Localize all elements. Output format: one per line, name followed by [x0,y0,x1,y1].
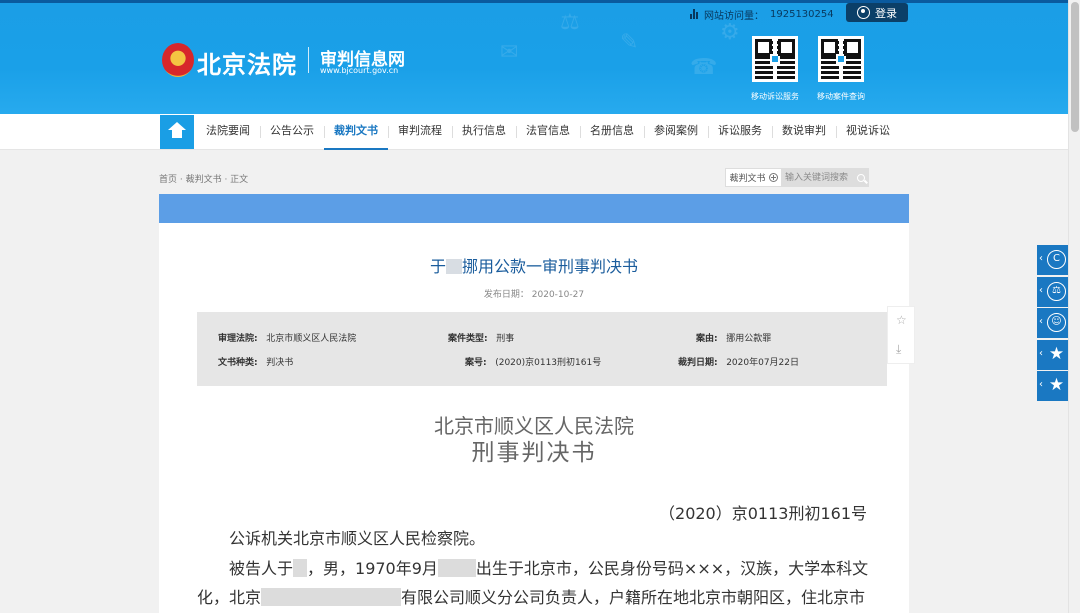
vertical-scrollbar[interactable] [1068,0,1080,613]
nav-item-video-litigation[interactable]: 视说诉讼 [836,114,900,150]
nav-item-litigation-services[interactable]: 诉讼服务 [708,114,772,150]
breadcrumb[interactable]: 首页 · 裁判文书 · 正文 [159,172,248,185]
body-paragraph: 公诉机关北京市顺义区人民检察院。 [229,529,486,548]
document-card: 于挪用公款一审刑事判决书 发布日期： 2020-10-27 审理法院: 北京市顺… [159,223,909,613]
redaction-mask [293,559,308,577]
publish-date: 发布日期： 2020-10-27 [483,290,585,300]
case-number: （2020）京0113刑初161号 [659,504,867,523]
site-url: www.bjcourt.gov.cn [320,66,399,75]
meta-cause: 案由: 挪用公款罪 [696,334,772,344]
home-icon [168,122,186,139]
nav-item-judgments[interactable]: 裁判文书 [324,114,388,150]
meta-doc-type: 文书种类: 判决书 [218,358,294,368]
redaction-mask [261,588,402,606]
court-name: 北京市顺义区人民法院 [434,414,634,438]
qr-code-case-query[interactable] [818,36,864,82]
chevron-left-icon: ‹ [1039,347,1043,359]
login-label: 登录 [875,6,897,20]
qr-code-litigation[interactable] [752,36,798,82]
qr-label-litigation: 移动诉讼服务 [751,92,799,101]
floating-shortcut-panel: ‹ C ‹ ⚖ ‹ ☺ ‹ ★ ‹ ★ [1037,245,1068,403]
nav-item-trial-process[interactable]: 审判流程 [388,114,452,150]
top-strip [0,0,1068,3]
court-heading: 北京市顺义区人民法院 刑事判决书 [159,413,909,467]
redaction-mask [446,259,462,274]
scrollbar-thumb[interactable] [1071,2,1079,132]
download-icon[interactable]: ⤓ [896,343,908,355]
content-header-band [159,194,909,223]
search-button[interactable] [852,168,869,187]
decor-icon: ⚖ [560,10,580,35]
float-button-e-court[interactable]: ‹ C [1037,245,1068,275]
float-button-people[interactable]: ‹ ☺ [1037,308,1068,338]
login-button[interactable]: 登录 [846,3,908,22]
site-header: ⚖ ✎ ☎ ✉ ⚙ 网站访问量： 1925130254 登录 北京法院 审判信息… [0,0,1068,114]
main-nav: 法院要闻 公告公示 裁判文书 审判流程 执行信息 法官信息 名册信息 参阅案例 … [0,114,1068,150]
search-input[interactable] [782,168,852,187]
body-paragraph: 化，北京 有限公司顺义分公司负责人，户籍所在地北京市朝阳区，住北京市 [197,588,866,607]
decor-icon: ⚙ [720,20,740,45]
bar-chart-icon [690,9,698,19]
title-prefix: 于 [429,257,446,276]
search-bar: 裁判文书 [725,168,869,187]
meta-case-type: 案件类型: 刑事 [448,334,515,344]
chevron-left-icon: ‹ [1039,316,1043,327]
document-title: 于挪用公款一审刑事判决书 [159,253,909,277]
favorite-icon[interactable]: ☆ [896,314,908,326]
meta-case-no: 案号: (2020)京0113刑初161号 [465,358,602,368]
plus-circle-icon [768,173,778,182]
star-icon: ★ [1048,343,1065,364]
float-button-court-emblem[interactable]: ‹ ⚖ [1037,276,1068,307]
float-button-rating[interactable]: ‹ ★ [1037,371,1068,401]
search-scope-select[interactable]: 裁判文书 [725,168,782,187]
emblem-icon: ⚖ [1047,281,1066,301]
search-scope-label: 裁判文书 [729,174,766,184]
nav-item-trial-statistics[interactable]: 数说审判 [772,114,836,150]
chevron-left-icon: ‹ [1039,253,1043,264]
meta-judge-date: 裁判日期: 2020年07月22日 [678,358,800,368]
body-paragraph: 被告人于 ，男，1970年9月 出生于北京市，公民身份号码×××，汉族，大学本科文 [229,559,869,578]
case-metadata-panel: 审理法院: 北京市顺义区人民法院 文书种类: 判决书 案件类型: 刑事 案号: … [197,312,887,386]
visit-counter: 网站访问量： 1925130254 [690,6,834,22]
document-tools: ☆ ⤓ [887,306,915,364]
home-button[interactable] [160,115,194,149]
doc-kind: 刑事判决书 [471,440,597,466]
user-icon [857,6,870,19]
nav-item-reference-cases[interactable]: 参阅案例 [644,114,708,150]
visit-counter-label: 网站访问量： [704,10,764,22]
nav-list: 法院要闻 公告公示 裁判文书 审判流程 执行信息 法官信息 名册信息 参阅案例 … [196,114,900,150]
nav-item-rosters[interactable]: 名册信息 [580,114,644,150]
people-icon: ☺ [1047,313,1066,332]
search-icon [856,173,865,182]
decor-icon: ✎ [620,30,639,55]
e-court-icon: C [1047,250,1066,269]
meta-court: 审理法院: 北京市顺义区人民法院 [218,334,357,344]
qr-label-case-query: 移动案件查询 [817,92,865,101]
nav-item-judges[interactable]: 法官信息 [516,114,580,150]
chevron-left-icon: ‹ [1039,284,1043,296]
star-icon: ★ [1048,375,1065,395]
visit-counter-value: 1925130254 [770,8,834,20]
nav-item-announcements[interactable]: 公告公示 [260,114,324,150]
chevron-left-icon: ‹ [1039,379,1043,390]
title-suffix: 挪用公款一审刑事判决书 [462,257,639,276]
redaction-mask [437,559,476,577]
nav-item-enforcement[interactable]: 执行信息 [452,114,516,150]
decor-icon: ✉ [500,40,519,65]
decor-icon: ☎ [690,55,718,80]
logo-divider [308,47,309,73]
nav-item-court-news[interactable]: 法院要闻 [196,114,260,150]
float-button-favorite[interactable]: ‹ ★ [1037,339,1068,370]
site-logo-title[interactable]: 北京法院 [197,45,297,80]
court-emblem-icon[interactable] [162,43,194,77]
